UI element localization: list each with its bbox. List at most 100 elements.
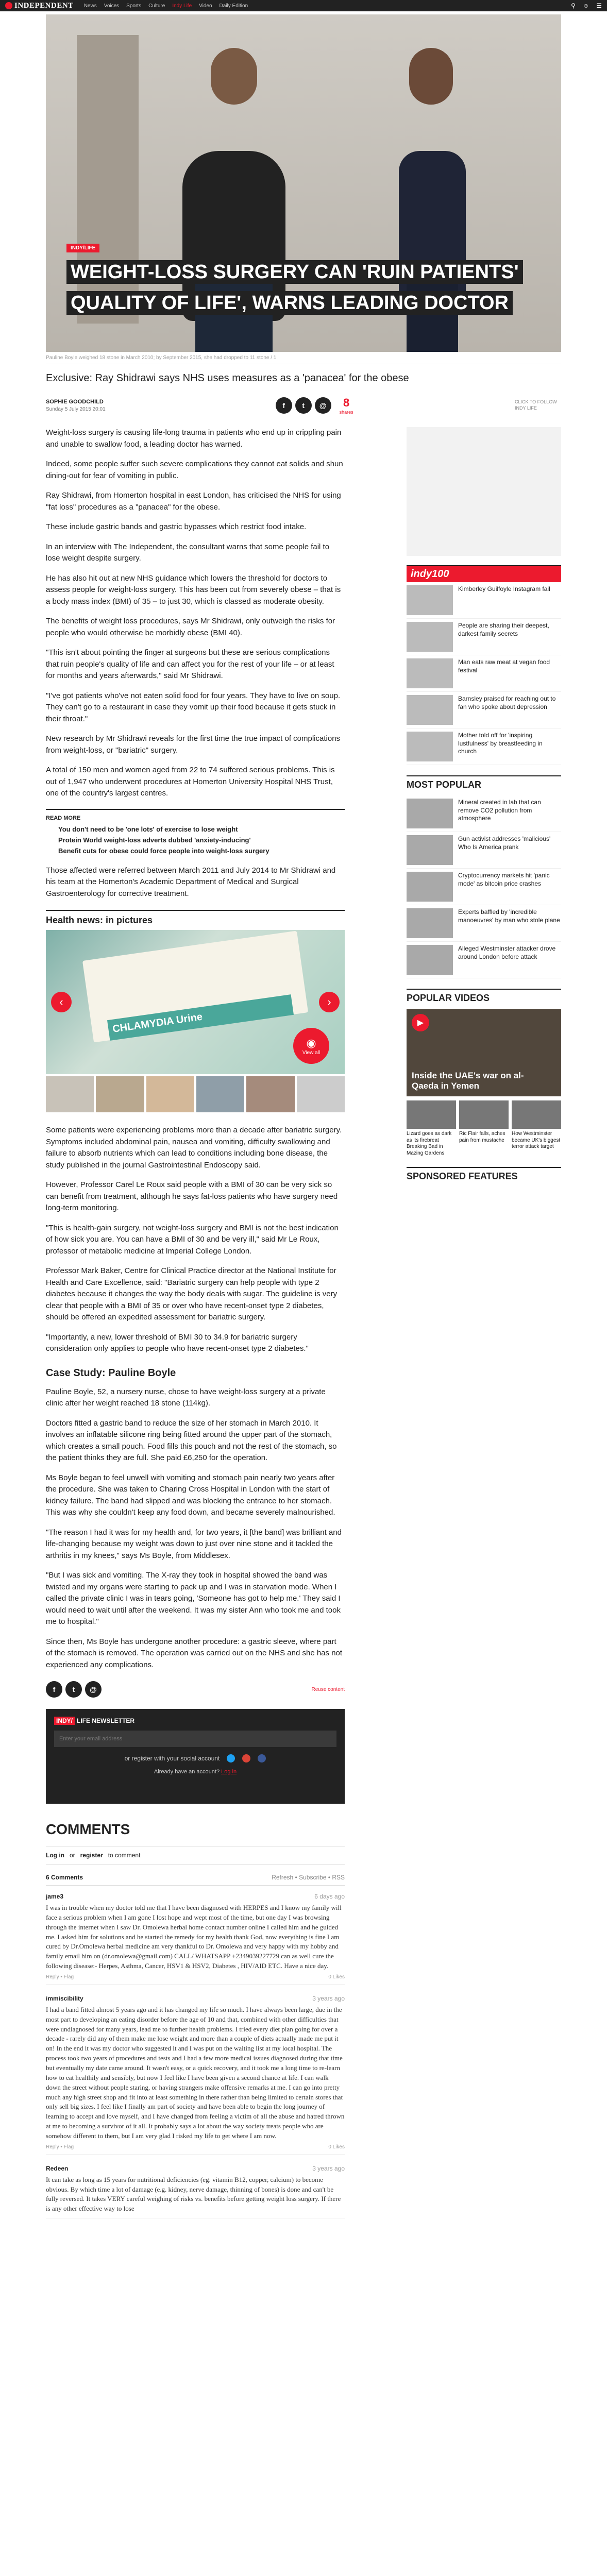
- indy100-item-thumb: [407, 622, 453, 652]
- comment-reply-flag[interactable]: Reply • Flag: [46, 1974, 74, 1980]
- comments-heading: COMMENTS: [46, 1821, 130, 1837]
- case-study-heading: Case Study: Pauline Boyle: [46, 1367, 176, 1379]
- body-paragraph: Ms Boyle began to feel unwell with vomit…: [46, 1473, 335, 1517]
- read-more-link[interactable]: You don't need to be 'one lots' of exerc…: [58, 825, 345, 833]
- body-paragraph: Pauline Boyle, 52, a nursery nurse, chos…: [46, 1387, 326, 1408]
- comment-reply-flag[interactable]: Reply • Flag: [46, 2144, 74, 2150]
- featured-video-caption: Inside the UAE's war on al-Qaeda in Yeme…: [412, 1071, 524, 1091]
- menu-icon[interactable]: ☰: [596, 2, 602, 9]
- comment-item: jame3 6 days ago I was in trouble when my …: [46, 1893, 345, 1985]
- body-paragraph: Some patients were experiencing problems…: [46, 1126, 342, 1170]
- comment-body: I had a band fitted almost 5 years ago a…: [46, 2005, 345, 2140]
- photo-caption: Pauline Boyle weighed 18 stone in March …: [46, 352, 561, 364]
- indy100-item[interactable]: Mother told off for 'inspiring lustfulne…: [407, 728, 561, 765]
- nav-item-sports[interactable]: Sports: [126, 3, 141, 9]
- most-popular-title: MOST POPULAR: [407, 775, 561, 790]
- video-item[interactable]: Ric Flair falls, aches pain from mustach…: [459, 1100, 509, 1157]
- play-icon[interactable]: ▶: [412, 1014, 429, 1031]
- facebook-share-icon[interactable]: f: [46, 1681, 62, 1698]
- gallery-thumb[interactable]: [96, 1076, 144, 1112]
- site-logo[interactable]: INDEPENDENT: [5, 2, 74, 10]
- gallery-thumb[interactable]: [146, 1076, 194, 1112]
- facebook-share-icon[interactable]: f: [275, 397, 292, 414]
- health-gallery: Health news: in pictures CHLAMYDIA Urine…: [46, 910, 345, 1112]
- twitter-share-icon[interactable]: t: [295, 397, 312, 414]
- body-paragraph: However, Professor Carel Le Roux said pe…: [46, 1180, 338, 1212]
- login-link[interactable]: Log in: [221, 1769, 237, 1775]
- gallery-prev-arrow-icon[interactable]: ‹: [51, 992, 72, 1012]
- newsletter-email-input[interactable]: [54, 1731, 336, 1747]
- follow-button[interactable]: CLICK TO FOLLOW INDY LIFE: [515, 399, 561, 411]
- gallery-main-image[interactable]: CHLAMYDIA Urine ‹ › ◉ View all: [46, 930, 345, 1074]
- email-share-icon[interactable]: @: [85, 1681, 102, 1698]
- camera-icon[interactable]: ◉ View all: [293, 1028, 329, 1064]
- comment-likes[interactable]: 0 Likes: [328, 2144, 345, 2150]
- nav-item-news[interactable]: News: [84, 3, 97, 9]
- indy100-item[interactable]: Man eats raw meat at vegan food festival: [407, 655, 561, 692]
- comment-username[interactable]: jame3: [46, 1893, 63, 1900]
- comment-register-link[interactable]: register: [80, 1852, 103, 1859]
- gallery-title[interactable]: Health news: in pictures: [46, 911, 345, 930]
- popular-item[interactable]: Alleged Westminster attacker drove aroun…: [407, 942, 561, 978]
- twitter-icon[interactable]: [227, 1754, 235, 1762]
- video-item[interactable]: Lizard goes as dark as its firebreat Bre…: [407, 1100, 456, 1157]
- share-count: 8 shares: [339, 396, 353, 415]
- popular-item[interactable]: Gun activist addresses 'malicious' Who I…: [407, 832, 561, 869]
- comment-login-bar: Log in or register to comment: [46, 1846, 345, 1865]
- article-body: Weight-loss surgery is causing life-long…: [46, 427, 345, 2229]
- indy100-item[interactable]: Kimberley Guilfoyle Instagram fail: [407, 582, 561, 619]
- newsletter-signup: INDY/LIFE NEWSLETTER or register with yo…: [46, 1709, 345, 1804]
- read-more-link[interactable]: Protein World weight-loss adverts dubbed…: [58, 836, 345, 844]
- article-page: INDY/LIFE WEIGHT-LOSS SURGERY CAN 'RUIN …: [46, 14, 561, 2249]
- read-more-link[interactable]: Benefit cuts for obese could force peopl…: [58, 847, 345, 855]
- comment-likes[interactable]: 0 Likes: [328, 1974, 345, 1980]
- search-icon[interactable]: ⚲: [571, 2, 576, 9]
- hero-photo: INDY/LIFE WEIGHT-LOSS SURGERY CAN 'RUIN …: [46, 14, 561, 352]
- comment-login-link[interactable]: Log in: [46, 1852, 64, 1859]
- body-paragraph: "Importantly, a new, lower threshold of …: [46, 1332, 309, 1353]
- popular-videos-title: POPULAR VIDEOS: [407, 989, 561, 1004]
- popular-item-text: Alleged Westminster attacker drove aroun…: [458, 945, 556, 960]
- publish-date: Sunday 5 July 2015 20:01: [46, 406, 106, 412]
- gallery-next-arrow-icon[interactable]: ›: [319, 992, 340, 1012]
- gallery-thumb[interactable]: [296, 1076, 345, 1112]
- reuse-content-link[interactable]: Reuse content: [312, 1687, 345, 1692]
- comment-username[interactable]: immiscibility: [46, 1995, 83, 2002]
- google-icon[interactable]: [242, 1754, 251, 1762]
- popular-item[interactable]: Mineral created in lab that can remove C…: [407, 795, 561, 832]
- standfirst: Exclusive: Ray Shidrawi says NHS uses me…: [46, 372, 409, 384]
- video-thumb: [512, 1100, 561, 1129]
- indy100-item[interactable]: People are sharing their deepest, darkes…: [407, 619, 561, 655]
- facebook-icon[interactable]: [258, 1754, 266, 1762]
- comment-actions[interactable]: Refresh • Subscribe • RSS: [272, 1874, 345, 1881]
- body-paragraph: "This is health-gain surgery, not weight…: [46, 1223, 339, 1256]
- eagle-logo-icon: [5, 2, 12, 9]
- share-buttons: f t @ 8 shares: [275, 396, 353, 415]
- body-paragraph: "The reason I had it was for my health a…: [46, 1528, 342, 1560]
- author-name[interactable]: SOPHIE GOODCHILD: [46, 399, 106, 405]
- gallery-thumb[interactable]: [246, 1076, 295, 1112]
- user-icon[interactable]: ☺: [583, 2, 589, 9]
- nav-item-culture[interactable]: Culture: [148, 3, 165, 9]
- indy100-item[interactable]: Barnsley praised for reaching out to fan…: [407, 692, 561, 728]
- indy100-title[interactable]: indy100: [407, 566, 561, 582]
- twitter-share-icon[interactable]: t: [65, 1681, 82, 1698]
- gallery-thumb[interactable]: [46, 1076, 94, 1112]
- video-item[interactable]: How Westminster became UK's biggest terr…: [512, 1100, 561, 1157]
- video-caption: Lizard goes as dark as its firebreat Bre…: [407, 1131, 452, 1156]
- popular-item-text: Mineral created in lab that can remove C…: [458, 799, 541, 822]
- nav-item-indy-life[interactable]: Indy Life: [172, 3, 192, 9]
- section-tag[interactable]: INDY/LIFE: [66, 244, 100, 252]
- body-paragraph: Doctors fitted a gastric band to reduce …: [46, 1418, 337, 1463]
- newsletter-title: INDY/LIFE NEWSLETTER: [54, 1717, 336, 1725]
- gallery-thumb[interactable]: [196, 1076, 245, 1112]
- nav-item-video[interactable]: Video: [199, 3, 212, 9]
- nav-item-daily-edition[interactable]: Daily Edition: [220, 3, 248, 9]
- nav-item-voices[interactable]: Voices: [104, 3, 119, 9]
- featured-video[interactable]: ▶ Inside the UAE's war on al-Qaeda in Ye…: [407, 1009, 561, 1096]
- popular-item[interactable]: Cryptocurrency markets hit 'panic mode' …: [407, 869, 561, 905]
- comment-header: Redeen 3 years ago: [46, 2165, 345, 2172]
- email-share-icon[interactable]: @: [314, 397, 331, 414]
- popular-item[interactable]: Experts baffled by 'incredible manoeuvre…: [407, 905, 561, 942]
- comment-username[interactable]: Redeen: [46, 2165, 68, 2172]
